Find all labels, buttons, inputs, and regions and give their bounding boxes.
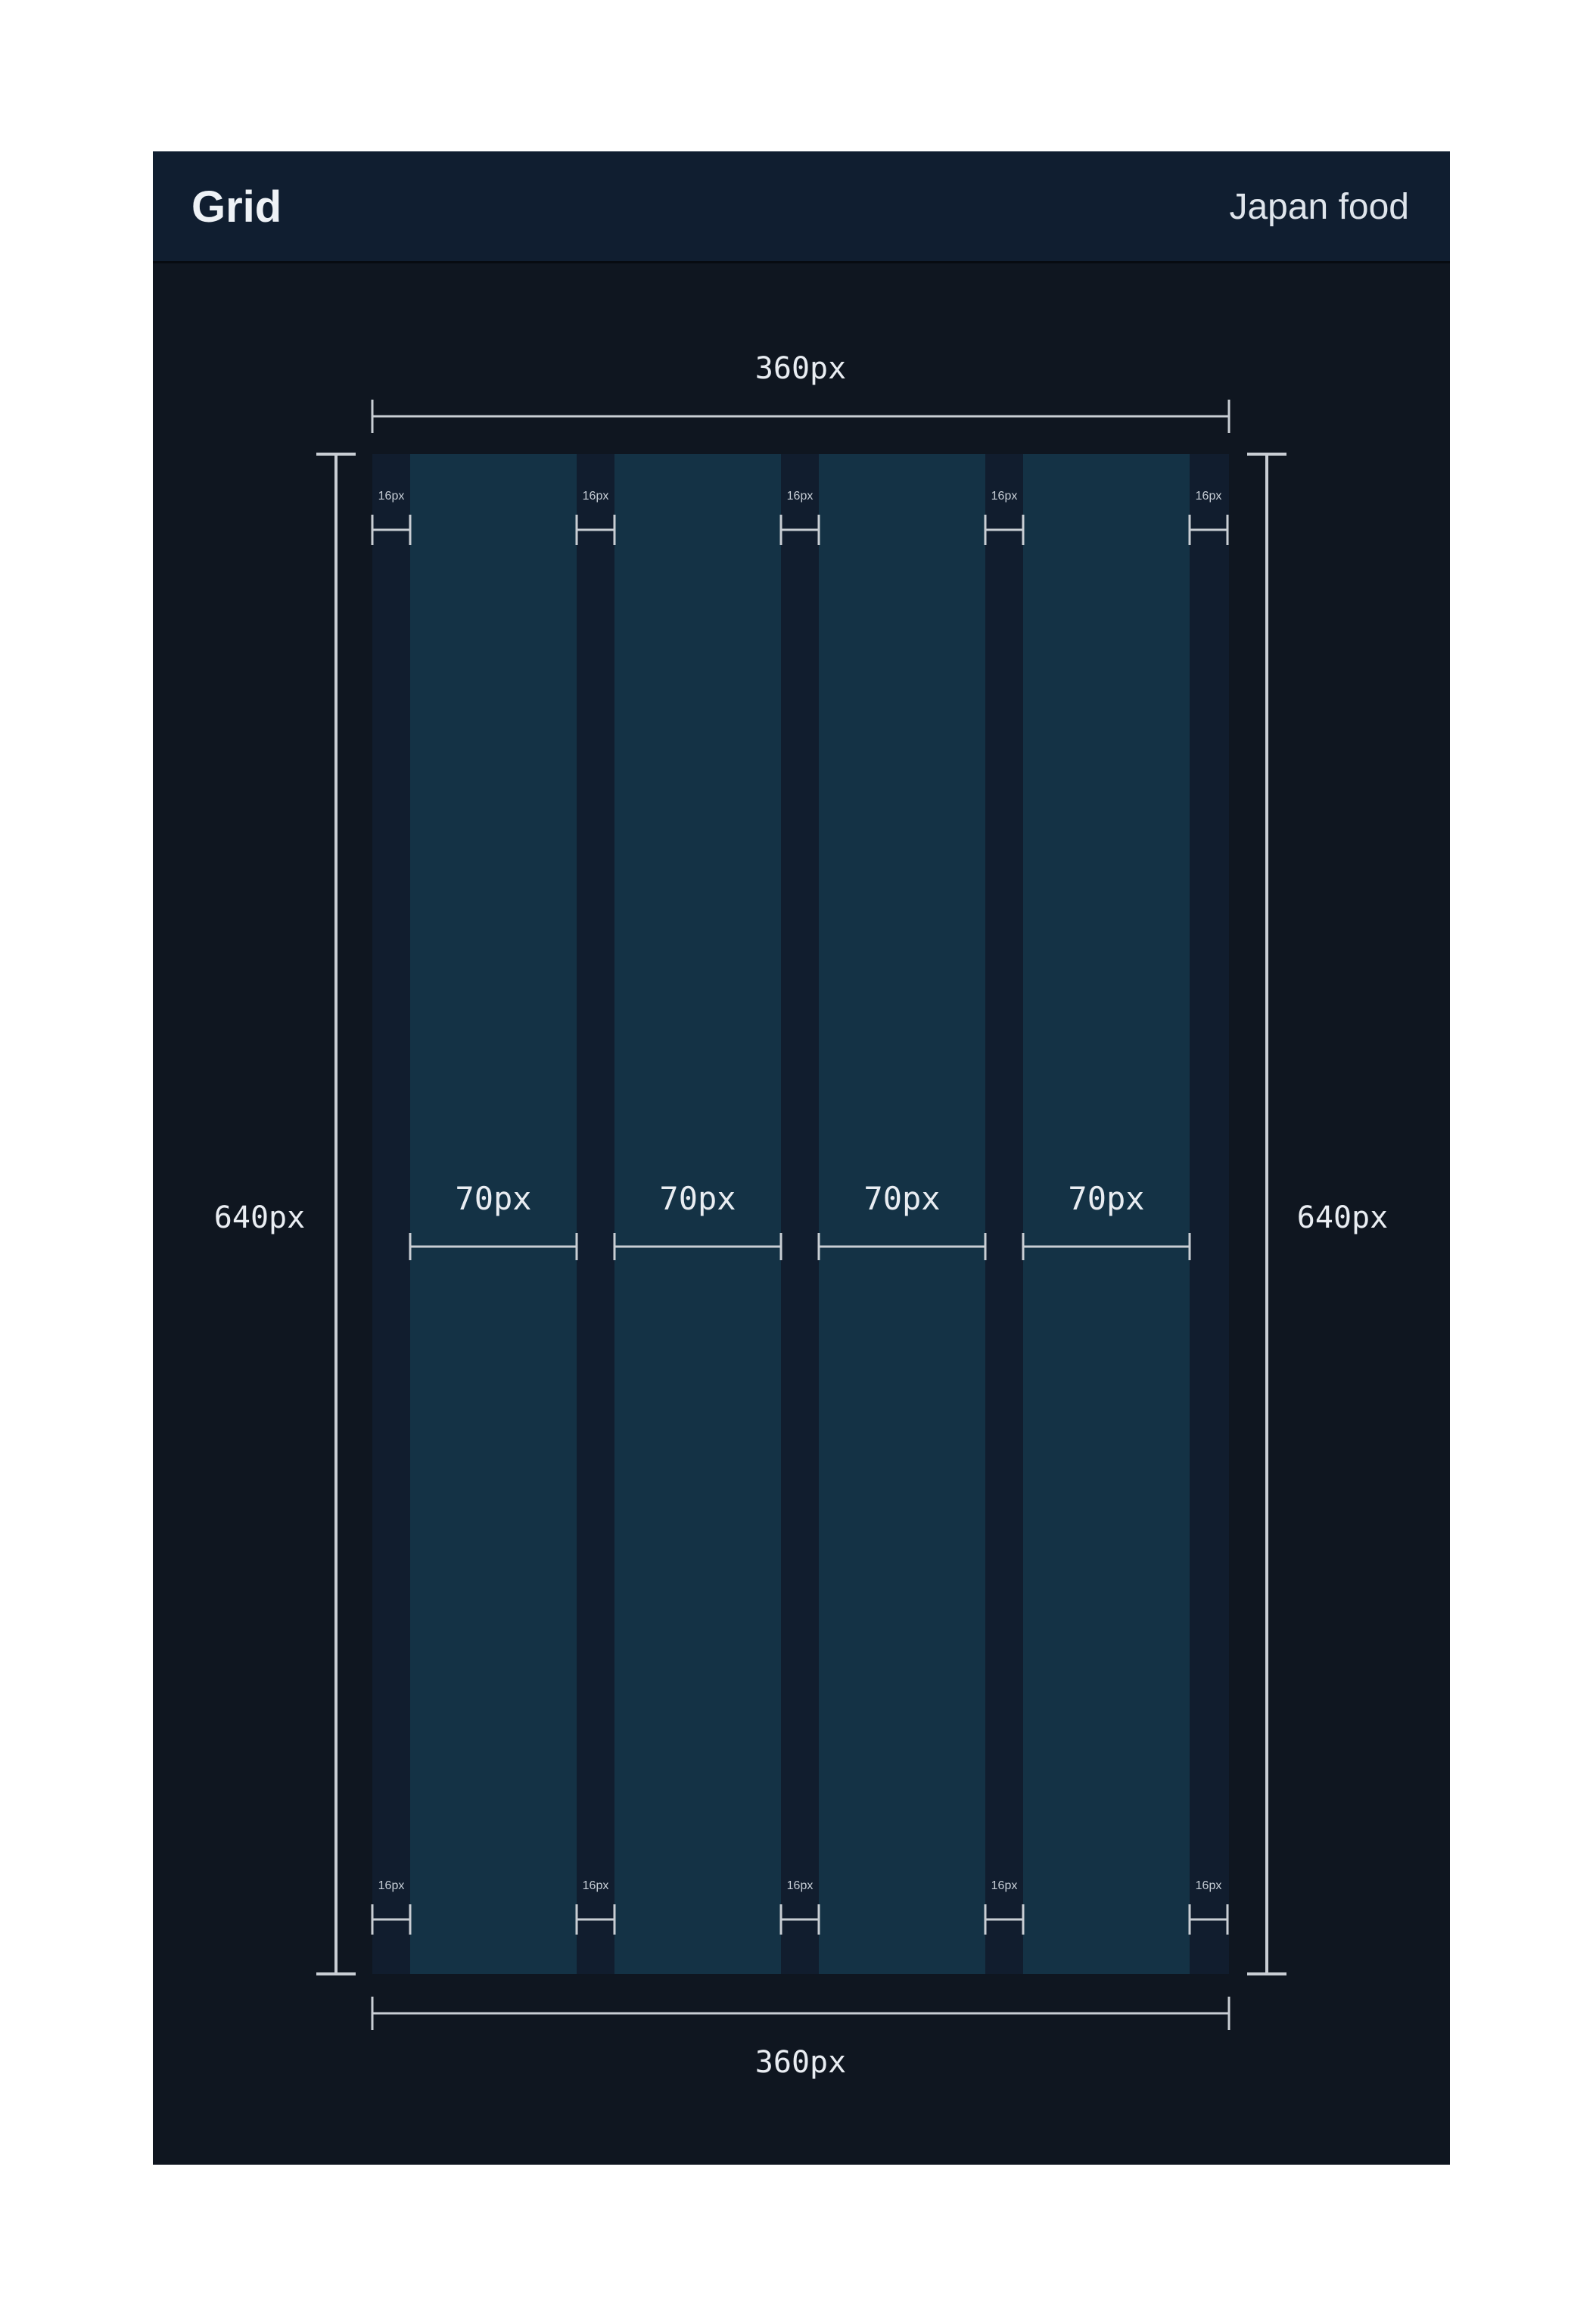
- column-width-label-3: 70px: [863, 1180, 940, 1217]
- left-height-dimension: [316, 453, 356, 1975]
- bottom-width-label: 360px: [755, 2045, 846, 2080]
- bottom-width-dimension: [371, 1997, 1230, 2030]
- top-width-dimension: [371, 400, 1230, 433]
- gutter-label-bottom-5: 16px: [1196, 1879, 1222, 1892]
- gutter-label-top-5: 16px: [1196, 490, 1222, 503]
- top-width-label: 360px: [755, 351, 846, 386]
- column-width-label-1: 70px: [455, 1180, 531, 1217]
- right-height-label: 640px: [1297, 1200, 1388, 1235]
- gutter-label-bottom-4: 16px: [991, 1879, 1018, 1892]
- column-width-label-4: 70px: [1068, 1180, 1144, 1217]
- gutter-label-bottom-1: 16px: [378, 1879, 405, 1892]
- left-height-label: 640px: [214, 1200, 305, 1235]
- gutter-label-bottom-2: 16px: [583, 1879, 609, 1892]
- gutter-label-bottom-3: 16px: [787, 1879, 814, 1892]
- gutter-label-top-2: 16px: [583, 490, 609, 503]
- gutter-label-top-1: 16px: [378, 490, 405, 503]
- gutter-label-top-3: 16px: [787, 490, 814, 503]
- right-height-dimension: [1247, 453, 1286, 1975]
- gutter-label-top-4: 16px: [991, 490, 1018, 503]
- grid-diagram: 360px 360px 640px 640px 70px 70px 70px 70px 16px…: [214, 351, 1388, 2080]
- column-width-label-2: 70px: [659, 1180, 736, 1217]
